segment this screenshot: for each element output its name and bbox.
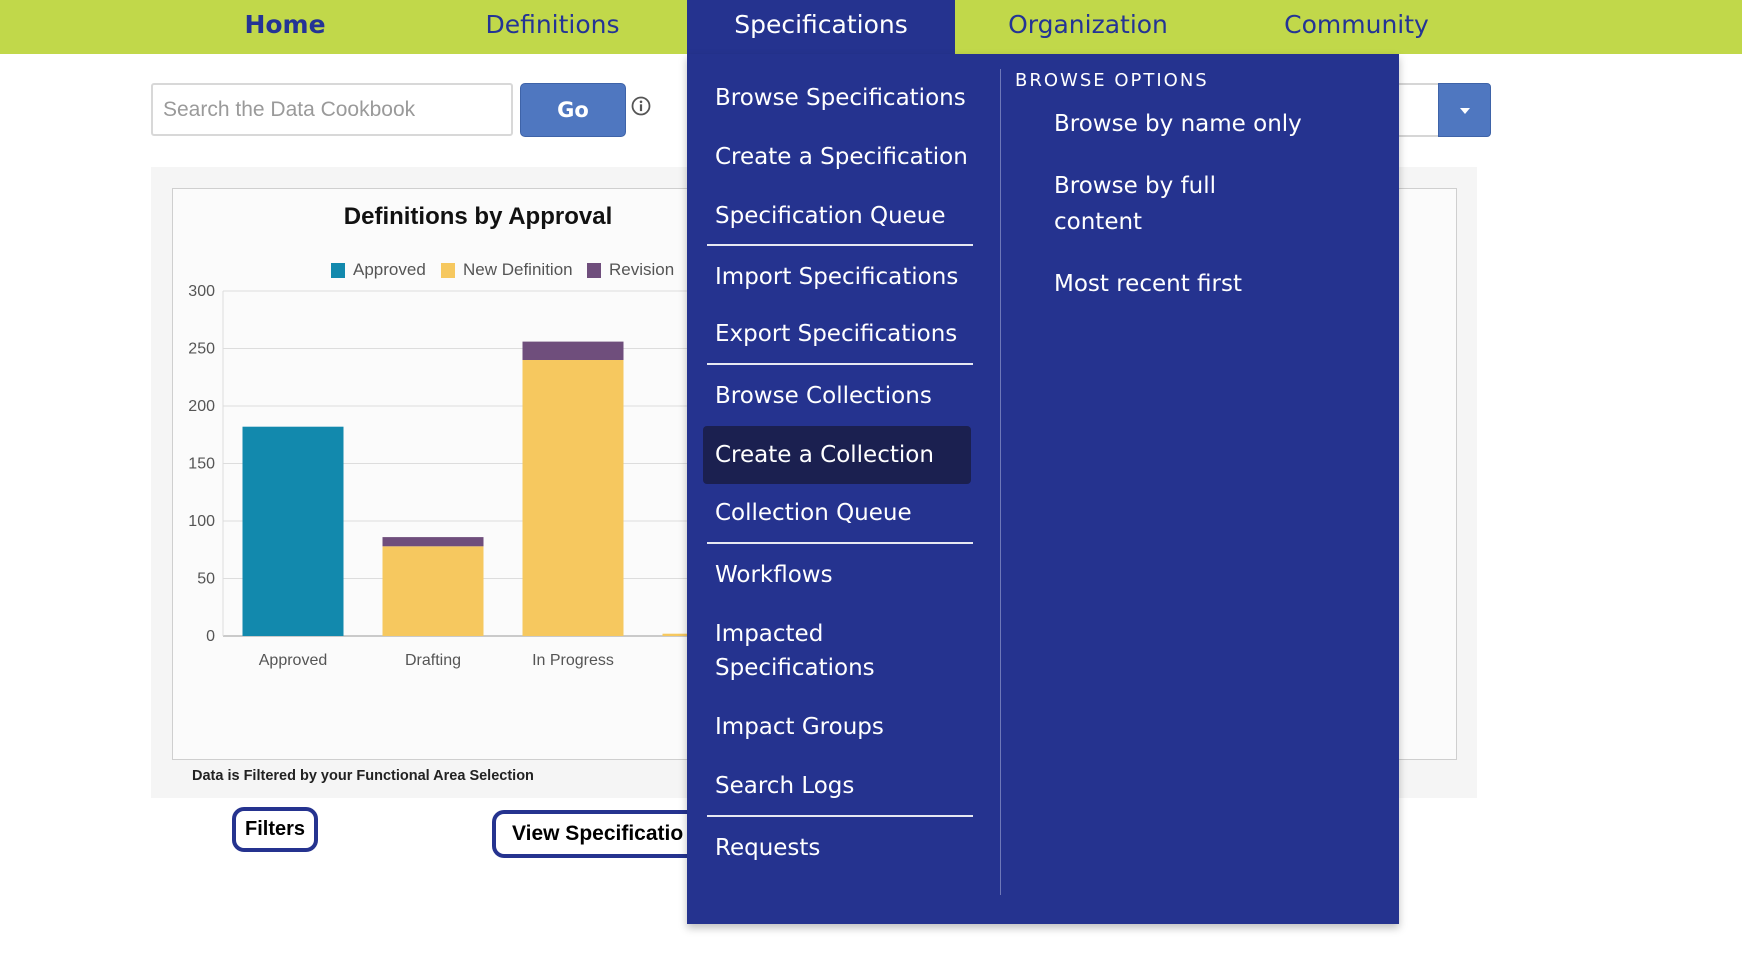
menu-divider <box>707 815 973 817</box>
bar-segment <box>522 341 624 360</box>
browse-option-most-recent[interactable]: Most recent first <box>1054 266 1334 302</box>
x-tick-label: In Progress <box>532 652 614 669</box>
menu-divider <box>707 244 973 246</box>
legend-label: New Definition <box>463 260 573 279</box>
menu-item-impact-groups[interactable]: Impact Groups <box>703 710 971 744</box>
info-icon[interactable] <box>631 96 651 116</box>
menu-item-workflows[interactable]: Workflows <box>703 558 971 592</box>
menu-item-create-specification[interactable]: Create a Specification <box>703 140 971 174</box>
menu-item-impacted-specifications[interactable]: Impacted Specifications <box>703 617 933 685</box>
nav-tab-organization[interactable]: Organization <box>1000 0 1176 54</box>
browse-option-name-only[interactable]: Browse by name only <box>1054 106 1334 142</box>
y-tick-label: 0 <box>206 628 215 645</box>
legend-item-revision[interactable]: Revision <box>587 258 674 282</box>
legend-item-approved[interactable]: Approved <box>331 258 426 282</box>
bar-segment <box>242 426 344 636</box>
bar-chart: 0 50 100 150 200 250 300 Approved Drafting In Pro… <box>188 283 792 669</box>
menu-item-create-collection[interactable]: Create a Collection <box>703 426 971 484</box>
menu-divider <box>707 542 973 544</box>
menu-item-specification-queue[interactable]: Specification Queue <box>703 199 971 233</box>
legend-label: Approved <box>353 260 426 279</box>
chart-footnote: Data is Filtered by your Functional Area… <box>192 768 534 784</box>
nav-tab-community[interactable]: Community <box>1280 0 1433 54</box>
legend-swatch <box>587 262 601 278</box>
browse-options-heading: BROWSE OPTIONS <box>1015 70 1209 91</box>
specifications-dropdown-menu: Browse Specifications Create a Specifica… <box>687 54 1399 924</box>
view-specifications-button[interactable]: View Specificatio <box>492 810 692 858</box>
y-tick-label: 250 <box>188 341 215 358</box>
functional-area-select[interactable] <box>1398 83 1438 137</box>
menu-divider <box>707 363 973 365</box>
y-tick-label: 100 <box>188 513 215 530</box>
x-tick-label: Approved <box>259 652 328 669</box>
top-nav-bar: Home Definitions Specifications Organiza… <box>0 0 1742 54</box>
y-tick-label: 50 <box>197 571 215 588</box>
menu-item-export-specifications[interactable]: Export Specifications <box>703 317 971 351</box>
bar-segment <box>522 360 624 636</box>
x-tick-label: Drafting <box>405 652 461 669</box>
nav-tab-home[interactable]: Home <box>230 0 340 54</box>
nav-tab-specifications[interactable]: Specifications <box>687 0 955 54</box>
y-tick-label: 150 <box>188 456 215 473</box>
nav-tab-definitions[interactable]: Definitions <box>470 0 635 54</box>
filters-button[interactable]: Filters <box>232 807 318 852</box>
y-tick-label: 200 <box>188 398 215 415</box>
legend-label: Revision <box>609 260 675 279</box>
y-tick-label: 300 <box>188 283 215 300</box>
bar-segment <box>382 546 484 636</box>
legend-swatch <box>441 262 455 278</box>
menu-item-requests[interactable]: Requests <box>703 831 971 865</box>
go-button[interactable]: Go <box>520 83 626 137</box>
search-input[interactable] <box>151 83 513 136</box>
legend-swatch <box>331 262 345 278</box>
menu-item-search-logs[interactable]: Search Logs <box>703 769 971 803</box>
menu-item-collection-queue[interactable]: Collection Queue <box>703 496 971 530</box>
menu-item-browse-collections[interactable]: Browse Collections <box>703 379 971 413</box>
bar-segment <box>382 537 484 547</box>
legend-item-new-definition[interactable]: New Definition <box>441 258 573 282</box>
menu-item-browse-specifications[interactable]: Browse Specifications <box>703 81 971 115</box>
browse-option-full-content[interactable]: Browse by full content <box>1054 168 1274 240</box>
menu-column-divider <box>1000 69 1001 895</box>
caret-down-icon[interactable] <box>1438 83 1491 137</box>
menu-item-import-specifications[interactable]: Import Specifications <box>703 260 971 294</box>
